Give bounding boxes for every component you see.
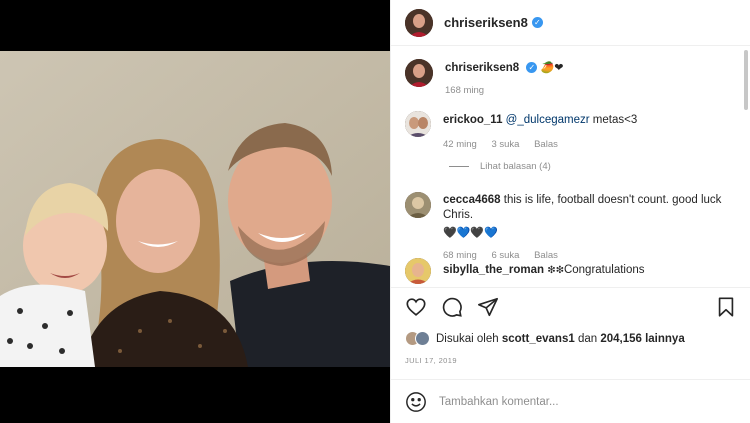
view-replies-button[interactable]: Lihat balasan (4): [449, 161, 551, 172]
reply-button[interactable]: Balas: [534, 139, 558, 150]
commenter-avatar[interactable]: [405, 258, 431, 284]
author-username[interactable]: chriseriksen8: [444, 15, 528, 30]
divider-line: [449, 166, 469, 167]
comment-username[interactable]: cecca4668: [443, 194, 501, 206]
caption-time: 168 ming: [445, 85, 485, 96]
share-icon[interactable]: [477, 296, 499, 318]
likes-count[interactable]: 204,156 lainnya: [600, 333, 684, 345]
comment-mention[interactable]: @_dulcegamezr: [506, 114, 590, 126]
comments-scrollbar[interactable]: [744, 50, 748, 110]
liked-by-prefix: Disukai oleh: [436, 332, 499, 345]
author-avatar[interactable]: [405, 59, 433, 87]
comment-likes[interactable]: 3 suka: [491, 139, 519, 150]
bookmark-icon[interactable]: [715, 296, 737, 318]
emoji-icon[interactable]: [405, 391, 427, 413]
commenter-avatar[interactable]: [405, 192, 431, 218]
verified-badge-icon: ✓: [526, 62, 538, 74]
comment-username[interactable]: sibylla_the_roman: [443, 264, 544, 276]
heart-icon[interactable]: [405, 296, 427, 318]
post-actions: Disukai oleh scott_evans1 dan 204,156 la…: [391, 287, 750, 377]
caption-emojis: 🥭❤: [540, 62, 564, 74]
comment-icon[interactable]: [441, 296, 463, 318]
post-date[interactable]: JULI 17, 2019: [405, 356, 457, 365]
comment-item: cecca4668 this is life, football doesn't…: [405, 192, 743, 263]
post-media: [0, 0, 390, 423]
comment-item: erickoo_11 @_dulcegamezr metas<3 42 ming…: [405, 111, 743, 152]
add-comment-bar: [391, 379, 750, 423]
comment-hearts: 🖤💙🖤💙: [443, 227, 498, 239]
comments-list[interactable]: chriseriksen8 ✓ 🥭❤ 168 ming erickoo_11 @…: [391, 47, 750, 287]
author-avatar[interactable]: [405, 8, 433, 37]
comment-text: metas<3: [592, 114, 638, 126]
view-replies-label[interactable]: Lihat balasan (4): [480, 161, 551, 172]
post-panel: chriseriksen8 ✓ chriseriksen8 ✓ 🥭❤ 168 m…: [390, 0, 750, 423]
comment-input[interactable]: [439, 395, 679, 408]
likes-summary[interactable]: Disukai oleh scott_evans1 dan 204,156 la…: [405, 331, 685, 346]
post-photo[interactable]: [0, 51, 390, 367]
liked-by-user[interactable]: scott_evans1: [502, 333, 575, 345]
comment-time[interactable]: 42 ming: [443, 139, 477, 150]
liker-avatar: [415, 331, 430, 346]
caption-row: chriseriksen8 ✓ 🥭❤ 168 ming: [405, 59, 743, 98]
caption-username[interactable]: chriseriksen8: [445, 62, 519, 74]
comment-item: sibylla_the_roman ❇❇Congratulations: [405, 258, 743, 284]
post-header: chriseriksen8 ✓: [391, 0, 750, 46]
comment-text: Congratulations: [563, 264, 645, 276]
liked-by-middle: dan: [577, 332, 598, 345]
comment-username[interactable]: erickoo_11: [443, 114, 502, 126]
verified-badge-icon: ✓: [531, 17, 543, 28]
commenter-avatar[interactable]: [405, 111, 431, 137]
comment-emojis: ❇❇: [547, 265, 564, 276]
